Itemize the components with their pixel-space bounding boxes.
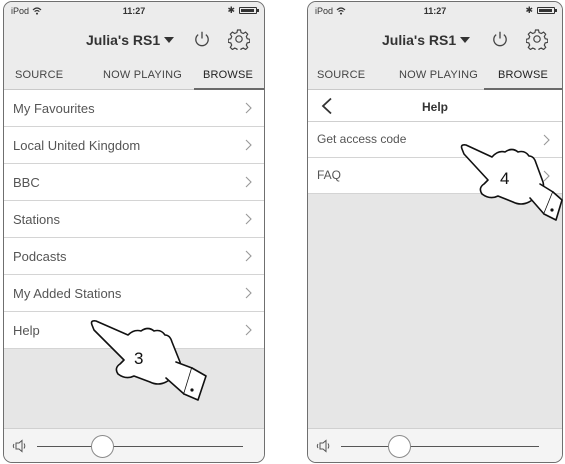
chevron-right-icon <box>245 102 252 114</box>
caret-down-icon <box>164 37 175 43</box>
list-item-stations[interactable]: Stations <box>4 201 264 238</box>
chevron-right-icon <box>245 176 252 188</box>
device-name: Julia's RS1 <box>382 32 457 48</box>
device-selector[interactable]: Julia's RS1 <box>382 32 471 48</box>
help-list: Get access code FAQ <box>308 122 562 194</box>
tab-bar: SOURCE NOW PLAYING BROWSE <box>308 60 562 90</box>
list-item-label: My Added Stations <box>13 286 122 301</box>
volume-slider-track[interactable] <box>37 446 243 447</box>
phone-screen-help: iPod 11:27 ✱ Julia's RS1 SOURCE NOW PLAY… <box>307 1 563 463</box>
gear-icon[interactable] <box>228 28 250 50</box>
volume-slider-knob[interactable] <box>91 435 114 458</box>
caret-down-icon <box>460 37 471 43</box>
status-time: 11:27 <box>122 6 146 16</box>
tab-now-playing[interactable]: NOW PLAYING <box>399 69 478 81</box>
gear-icon[interactable] <box>526 28 548 50</box>
chevron-right-icon <box>245 139 252 151</box>
browse-list: My Favourites Local United Kingdom BBC S… <box>4 90 264 349</box>
volume-bar <box>308 428 562 462</box>
top-bar: Julia's RS1 <box>308 19 562 60</box>
list-item-my-added-stations[interactable]: My Added Stations <box>4 275 264 312</box>
status-bar: iPod 11:27 ✱ <box>4 2 264 19</box>
status-time: 11:27 <box>423 6 447 16</box>
volume-bar <box>4 428 264 462</box>
chevron-right-icon <box>245 250 252 262</box>
volume-slider-knob[interactable] <box>388 435 411 458</box>
bluetooth-icon: ✱ <box>525 5 533 15</box>
page-title: Help <box>421 100 448 114</box>
sub-header: Help <box>308 90 562 122</box>
tab-source[interactable]: SOURCE <box>317 69 365 81</box>
list-item-label: FAQ <box>317 168 342 182</box>
power-icon[interactable] <box>193 30 211 48</box>
list-item-label: Stations <box>13 212 60 227</box>
battery-icon <box>537 7 557 14</box>
tab-bar: SOURCE NOW PLAYING BROWSE <box>4 60 264 90</box>
speaker-icon <box>316 439 330 453</box>
list-item-label: My Favourites <box>13 101 95 116</box>
tab-browse[interactable]: BROWSE <box>498 69 548 81</box>
speaker-icon <box>12 439 26 453</box>
list-item-label: Local United Kingdom <box>13 138 141 153</box>
power-icon[interactable] <box>491 30 509 48</box>
list-item-podcasts[interactable]: Podcasts <box>4 238 264 275</box>
phone-screen-browse: iPod 11:27 ✱ Julia's RS1 SOURCE NOW PLAY… <box>3 1 265 463</box>
chevron-right-icon <box>245 287 252 299</box>
list-item-label: BBC <box>13 175 40 190</box>
device-selector[interactable]: Julia's RS1 <box>86 32 175 48</box>
device-name: Julia's RS1 <box>86 32 161 48</box>
chevron-right-icon <box>245 324 252 336</box>
list-item-label: Help <box>13 323 40 338</box>
chevron-right-icon <box>543 170 550 182</box>
tab-now-playing[interactable]: NOW PLAYING <box>103 69 182 81</box>
chevron-right-icon <box>543 134 550 146</box>
chevron-right-icon <box>245 213 252 225</box>
list-item-help[interactable]: Help <box>4 312 264 349</box>
tab-browse[interactable]: BROWSE <box>203 69 253 81</box>
list-item-my-favourites[interactable]: My Favourites <box>4 90 264 127</box>
tab-source[interactable]: SOURCE <box>15 69 63 81</box>
bluetooth-icon: ✱ <box>227 5 235 15</box>
list-item-label: Podcasts <box>13 249 67 264</box>
list-item-get-access-code[interactable]: Get access code <box>308 122 562 158</box>
volume-slider-track[interactable] <box>341 446 539 447</box>
list-item-bbc[interactable]: BBC <box>4 164 264 201</box>
list-item-label: Get access code <box>317 132 407 146</box>
list-item-faq[interactable]: FAQ <box>308 158 562 194</box>
status-bar: iPod 11:27 ✱ <box>308 2 562 19</box>
list-item-local-united-kingdom[interactable]: Local United Kingdom <box>4 127 264 164</box>
battery-icon <box>239 7 259 14</box>
top-bar: Julia's RS1 <box>4 19 264 60</box>
